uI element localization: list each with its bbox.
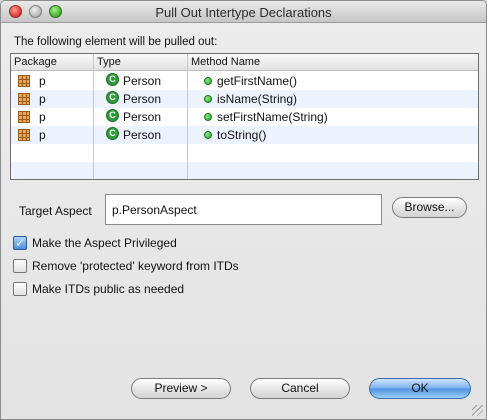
resize-grip-icon[interactable]: [472, 405, 483, 416]
type-cell: Person: [123, 92, 162, 106]
option-label: Make ITDs public as needed: [32, 282, 185, 296]
column-divider[interactable]: [187, 54, 188, 179]
package-cell: p: [39, 110, 46, 124]
column-header-type[interactable]: Type: [97, 56, 121, 68]
section-label: The following element will be pulled out…: [14, 36, 218, 48]
public-method-icon: [204, 95, 212, 103]
type-cell: Person: [123, 110, 162, 124]
public-method-icon: [204, 77, 212, 85]
package-icon: [18, 111, 30, 123]
empty-row: [11, 162, 478, 179]
checkbox-checked-icon[interactable]: ✓: [13, 236, 27, 250]
class-icon: C: [106, 73, 119, 86]
title-bar: Pull Out Intertype Declarations: [1, 1, 486, 23]
table-row[interactable]: p C Person getFirstName(): [11, 72, 478, 90]
method-cell: isName(String): [217, 92, 298, 106]
column-divider[interactable]: [93, 54, 94, 179]
package-icon: [18, 93, 30, 105]
checkbox-unchecked-icon[interactable]: [13, 259, 27, 273]
type-cell: Person: [123, 128, 162, 142]
dialog-window: Pull Out Intertype Declarations The foll…: [0, 0, 487, 420]
package-icon: [18, 129, 30, 141]
ok-button[interactable]: OK: [369, 378, 471, 399]
option-label: Remove 'protected' keyword from ITDs: [32, 259, 239, 273]
table-row[interactable]: p C Person toString(): [11, 126, 478, 144]
preview-button[interactable]: Preview >: [131, 378, 231, 399]
method-cell: setFirstName(String): [217, 110, 328, 124]
target-aspect-label: Target Aspect: [19, 204, 92, 218]
package-cell: p: [39, 128, 46, 142]
table-row[interactable]: p C Person isName(String): [11, 90, 478, 108]
class-icon: C: [106, 109, 119, 122]
public-method-icon: [204, 113, 212, 121]
class-icon: C: [106, 91, 119, 104]
window-title: Pull Out Intertype Declarations: [155, 5, 332, 20]
table-header: Package Type Method Name: [11, 54, 478, 71]
browse-button[interactable]: Browse...: [392, 197, 467, 218]
cancel-button[interactable]: Cancel: [250, 378, 350, 399]
package-icon: [18, 75, 30, 87]
checkbox-unchecked-icon[interactable]: [13, 282, 27, 296]
method-cell: getFirstName(): [217, 74, 298, 88]
target-aspect-input[interactable]: [105, 194, 382, 225]
package-cell: p: [39, 92, 46, 106]
public-method-icon: [204, 131, 212, 139]
package-cell: p: [39, 74, 46, 88]
type-cell: Person: [123, 74, 162, 88]
column-header-method-name[interactable]: Method Name: [191, 56, 260, 68]
option-label: Make the Aspect Privileged: [32, 236, 177, 250]
empty-row: [11, 144, 478, 162]
elements-table[interactable]: Package Type Method Name p C Person getF…: [10, 53, 479, 180]
column-header-package[interactable]: Package: [14, 56, 57, 68]
table-row[interactable]: p C Person setFirstName(String): [11, 108, 478, 126]
method-cell: toString(): [217, 128, 267, 142]
class-icon: C: [106, 127, 119, 140]
